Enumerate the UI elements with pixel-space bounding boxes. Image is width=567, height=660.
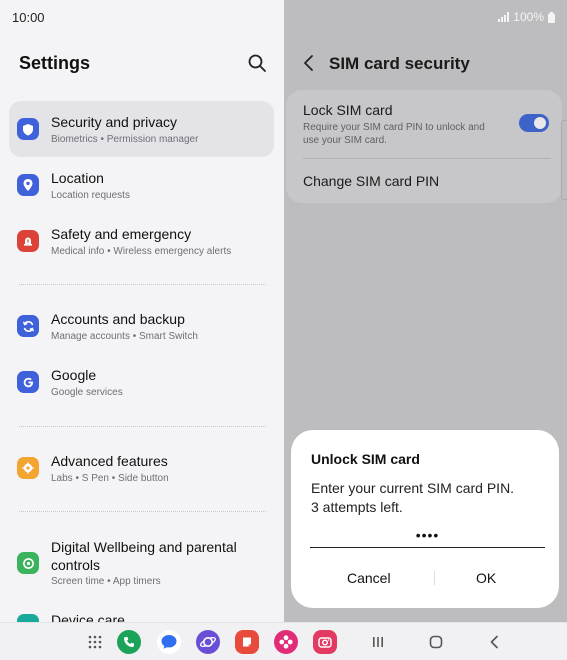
back-button[interactable] bbox=[300, 52, 320, 74]
settings-item-subtitle: Labs • S Pen • Side button bbox=[51, 473, 169, 484]
notes-app[interactable] bbox=[235, 630, 259, 654]
sim-page-title: SIM card security bbox=[329, 54, 470, 73]
settings-item-title: Advanced features bbox=[51, 453, 168, 469]
dialog-message-line2: 3 attempts left. bbox=[311, 499, 403, 515]
back-icon bbox=[490, 635, 498, 649]
dialog-message-line1: Enter your current SIM card PIN. bbox=[311, 480, 515, 496]
settings-item-advanced[interactable]: Advanced features Labs • S Pen • Side bu… bbox=[9, 440, 274, 496]
button-separator bbox=[434, 571, 435, 585]
lock-sim-title: Lock SIM card bbox=[303, 102, 393, 118]
settings-item-subtitle: Biometrics • Permission manager bbox=[51, 134, 199, 145]
search-button[interactable] bbox=[246, 52, 268, 74]
battery-percent: 100% bbox=[513, 10, 544, 24]
settings-item-subtitle: Medical info • Wireless emergency alerts bbox=[51, 246, 232, 257]
cancel-button[interactable]: Cancel bbox=[347, 570, 391, 586]
scroll-indicator bbox=[561, 120, 567, 200]
settings-item-subtitle: Location requests bbox=[51, 190, 130, 201]
change-sim-pin-item[interactable]: Change SIM card PIN bbox=[303, 173, 439, 189]
lock-sim-description: Require your SIM card PIN to unlock and … bbox=[303, 122, 485, 146]
home-icon bbox=[429, 635, 443, 649]
signal-icon bbox=[498, 12, 510, 22]
settings-item-title: Digital Wellbeing and parental controls bbox=[51, 539, 237, 573]
ok-button[interactable]: OK bbox=[476, 570, 496, 586]
unlock-sim-dialog: Unlock SIM card Enter your current SIM c… bbox=[291, 430, 559, 608]
phone-icon bbox=[124, 637, 134, 647]
card-divider bbox=[303, 158, 551, 159]
settings-item-title: Security and privacy bbox=[51, 114, 178, 130]
gear-plus-icon bbox=[17, 457, 39, 479]
sync-icon bbox=[17, 315, 39, 337]
settings-item-security[interactable]: Security and privacy Biometrics • Permis… bbox=[9, 101, 274, 157]
settings-item-subtitle: Manage accounts • Smart Switch bbox=[51, 331, 198, 342]
gallery-icon bbox=[279, 635, 293, 649]
phone-app[interactable] bbox=[117, 630, 141, 654]
recents-button[interactable] bbox=[368, 632, 388, 652]
section-divider bbox=[19, 284, 266, 285]
camera-app[interactable] bbox=[313, 630, 337, 654]
google-icon bbox=[17, 371, 39, 393]
settings-item-wellbeing[interactable]: Digital Wellbeing and parental controls … bbox=[9, 530, 274, 596]
sim-pin-input[interactable] bbox=[310, 522, 545, 548]
settings-item-accounts[interactable]: Accounts and backup Manage accounts • Sm… bbox=[9, 298, 274, 354]
internet-app[interactable] bbox=[196, 630, 220, 654]
internet-icon bbox=[200, 637, 216, 647]
settings-item-title: Accounts and backup bbox=[51, 311, 185, 327]
settings-item-location[interactable]: Location Location requests bbox=[9, 157, 274, 213]
lock-sim-toggle[interactable] bbox=[519, 114, 549, 132]
taskbar bbox=[0, 622, 567, 660]
section-divider bbox=[19, 511, 266, 512]
settings-item-subtitle: Screen time • App timers bbox=[51, 576, 161, 587]
sim-settings-card: Lock SIM card Require your SIM card PIN … bbox=[286, 90, 562, 203]
settings-item-title: Location bbox=[51, 170, 104, 186]
home-button[interactable] bbox=[426, 632, 446, 652]
location-icon bbox=[17, 174, 39, 196]
recents-icon bbox=[373, 637, 383, 647]
system-back-button[interactable] bbox=[485, 632, 505, 652]
section-divider bbox=[19, 426, 266, 427]
apps-grid-button[interactable] bbox=[83, 630, 107, 654]
settings-item-safety[interactable]: Safety and emergency Medical info • Wire… bbox=[9, 213, 274, 269]
apps-grid-icon bbox=[88, 635, 102, 649]
page-title: Settings bbox=[19, 53, 91, 73]
chevron-left-icon bbox=[304, 55, 313, 71]
settings-item-title: Safety and emergency bbox=[51, 226, 192, 242]
settings-item-title: Google bbox=[51, 367, 97, 383]
toggle-knob bbox=[534, 117, 546, 129]
alert-icon bbox=[17, 230, 39, 252]
settings-item-subtitle: Google services bbox=[51, 387, 123, 398]
status-battery: 100% bbox=[498, 10, 555, 24]
settings-item-google[interactable]: Google Google services bbox=[9, 354, 274, 410]
status-time: 10:00 bbox=[12, 10, 45, 25]
messages-app[interactable] bbox=[157, 630, 181, 654]
settings-item-device-care[interactable]: Device care bbox=[9, 598, 274, 622]
dialog-title: Unlock SIM card bbox=[311, 451, 420, 467]
notes-icon bbox=[243, 637, 251, 647]
camera-icon bbox=[318, 637, 332, 648]
search-icon bbox=[248, 54, 266, 72]
messages-icon bbox=[161, 635, 177, 649]
device-care-icon bbox=[17, 614, 39, 622]
wellbeing-icon bbox=[17, 552, 39, 574]
settings-item-title: Device care bbox=[51, 612, 125, 622]
settings-pane: 10:00 Settings Security and privacy Biom… bbox=[0, 0, 284, 622]
shield-icon bbox=[17, 118, 39, 140]
gallery-app[interactable] bbox=[274, 630, 298, 654]
battery-icon bbox=[548, 11, 555, 23]
dialog-message: Enter your current SIM card PIN. 3 attem… bbox=[311, 479, 514, 517]
